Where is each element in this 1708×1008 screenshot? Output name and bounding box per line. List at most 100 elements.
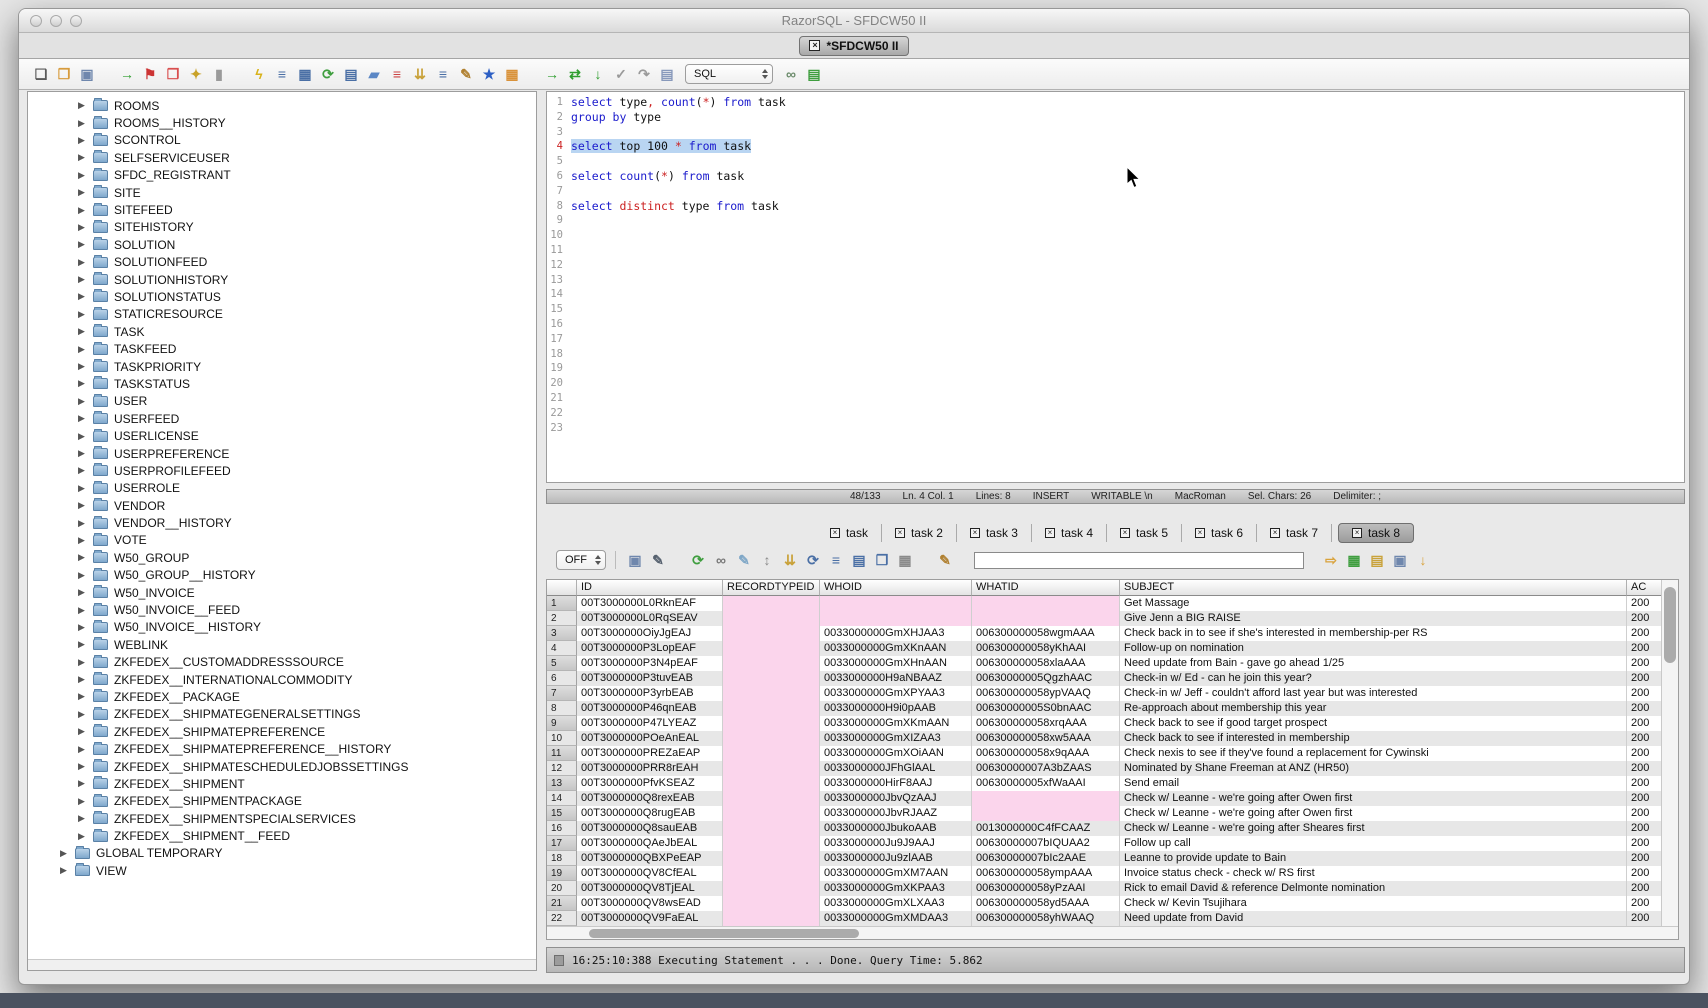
vscroll-thumb[interactable] <box>1664 587 1676 663</box>
generate-table-icon[interactable]: ▦ <box>502 65 522 84</box>
result-tab-task[interactable]: ×task <box>817 524 882 542</box>
cell-whatid[interactable]: 006300000058xlaAAA <box>972 656 1120 671</box>
table-row[interactable]: 300T3000000OiyJgEAJ0033000000GmXHJAA3006… <box>547 626 1661 641</box>
code-line[interactable] <box>571 347 786 362</box>
sidebar-item-scontrol[interactable]: ▶SCONTROL <box>28 132 536 149</box>
cell-whoid[interactable]: 0033000000GmXMDAA3 <box>820 911 972 926</box>
go-arrow-icon[interactable]: ⇨ <box>1321 551 1341 570</box>
cell-ac[interactable]: 200 <box>1627 716 1661 731</box>
disconnect-icon[interactable]: ⚑ <box>140 65 160 84</box>
cell-ac[interactable]: 200 <box>1627 656 1661 671</box>
cell-id[interactable]: 00T3000000QAeJbEAL <box>577 836 723 851</box>
favorites-star-icon[interactable]: ★ <box>479 65 499 84</box>
cell-recordtypeid[interactable] <box>723 671 820 686</box>
sidebar-item-zkfedex-shipmatepreference-history[interactable]: ▶ZKFEDEX__SHIPMATEPREFERENCE__HISTORY <box>28 740 536 757</box>
cell-whatid[interactable]: 006300000058wgmAAA <box>972 626 1120 641</box>
cell-id[interactable]: 00T3000000P47LYEAZ <box>577 716 723 731</box>
result-tab-task-8[interactable]: ×task 8 <box>1338 523 1414 543</box>
expander-icon[interactable]: ▶ <box>60 848 69 859</box>
cell-whatid[interactable] <box>972 596 1120 611</box>
table-row[interactable]: 900T3000000P47LYEAZ0033000000GmXKmAAN006… <box>547 716 1661 731</box>
cell-subject[interactable]: Need update from Bain - gave go ahead 1/… <box>1120 656 1627 671</box>
column-header-subject[interactable]: SUBJECT <box>1120 580 1627 596</box>
table-row[interactable]: 2100T3000000QV8wsEAD0033000000GmXLXAA300… <box>547 896 1661 911</box>
open-file-icon[interactable]: ❒ <box>54 65 74 84</box>
expander-icon[interactable]: ▶ <box>78 570 87 581</box>
sidebar-item-userfeed[interactable]: ▶USERFEED <box>28 410 536 427</box>
describe-table-icon[interactable]: ≡ <box>272 65 292 84</box>
code-line[interactable] <box>571 243 786 258</box>
sidebar-item-w50-invoice[interactable]: ▶W50_INVOICE <box>28 584 536 601</box>
cell-recordtypeid[interactable] <box>723 866 820 881</box>
cell-subject[interactable]: Check back to see if good target prospec… <box>1120 716 1627 731</box>
cell-id[interactable]: 00T3000000QV8TjEAL <box>577 881 723 896</box>
cell-id[interactable]: 00T3000000P46qnEAB <box>577 701 723 716</box>
cell-id[interactable]: 00T3000000QV8wsEAD <box>577 896 723 911</box>
cell-id[interactable]: 00T3000000L0RqSEAV <box>577 611 723 626</box>
code-line[interactable]: select distinct type from task <box>571 199 786 214</box>
expander-icon[interactable]: ▶ <box>78 709 87 720</box>
sql-editor[interactable]: 1234567891011121314151617181920212223 se… <box>546 91 1685 483</box>
cell-id[interactable]: 00T3000000QV9FaEAL <box>577 911 723 926</box>
cell-subject[interactable]: Send email <box>1120 776 1627 791</box>
cell-recordtypeid[interactable] <box>723 761 820 776</box>
cell-whoid[interactable]: 0033000000GmXHJAA3 <box>820 626 972 641</box>
expander-icon[interactable]: ▶ <box>78 500 87 511</box>
zoom-window-icon[interactable] <box>70 15 82 27</box>
refresh-table-icon[interactable]: ⟳ <box>318 65 338 84</box>
code-line[interactable] <box>571 406 786 421</box>
history-notes-icon[interactable]: ▤ <box>657 65 677 84</box>
cell-id[interactable]: 00T3000000P3yrbEAB <box>577 686 723 701</box>
cell-whoid[interactable] <box>820 596 972 611</box>
close-connection-icon[interactable]: ❐ <box>163 65 183 84</box>
result-tab-task-4[interactable]: ×task 4 <box>1032 524 1107 542</box>
cell-id[interactable]: 00T3000000QBXPeEAP <box>577 851 723 866</box>
search-input[interactable] <box>974 552 1304 569</box>
grid-vscrollbar[interactable] <box>1661 580 1678 926</box>
sidebar-item-solutionhistory[interactable]: ▶SOLUTIONHISTORY <box>28 271 536 288</box>
expander-icon[interactable]: ▶ <box>78 605 87 616</box>
sidebar-item-solutionstatus[interactable]: ▶SOLUTIONSTATUS <box>28 288 536 305</box>
column-header-id[interactable]: ID <box>577 580 723 596</box>
export-table-icon[interactable]: ▦ <box>295 65 315 84</box>
cell-ac[interactable]: 200 <box>1627 881 1661 896</box>
sidebar-item-zkfedex-shipmatepreference[interactable]: ▶ZKFEDEX__SHIPMATEPREFERENCE <box>28 723 536 740</box>
cell-whatid[interactable]: 006300000058yd5AAA <box>972 896 1120 911</box>
cell-id[interactable]: 00T3000000P3LopEAF <box>577 641 723 656</box>
sidebar-item-vendor-history[interactable]: ▶VENDOR__HISTORY <box>28 514 536 531</box>
table-row[interactable]: 2200T3000000QV9FaEAL0033000000GmXMDAA300… <box>547 911 1661 926</box>
refresh-results-icon[interactable]: ⟳ <box>688 551 708 570</box>
sidebar-item-vote[interactable]: ▶VOTE <box>28 532 536 549</box>
table-row[interactable]: 1900T3000000QV8CfEAL0033000000GmXM7AAN00… <box>547 866 1661 881</box>
expander-icon[interactable]: ▶ <box>78 239 87 250</box>
cell-ac[interactable]: 200 <box>1627 806 1661 821</box>
export-rows-icon[interactable]: ⇊ <box>410 65 430 84</box>
sidebar-item-user[interactable]: ▶USER <box>28 393 536 410</box>
cell-subject[interactable]: Check w/ Leanne - we're going after Owen… <box>1120 791 1627 806</box>
new-file-icon[interactable]: ❏ <box>31 65 51 84</box>
rollback-icon[interactable]: ↷ <box>634 65 654 84</box>
code-line[interactable] <box>571 317 786 332</box>
cell-recordtypeid[interactable] <box>723 716 820 731</box>
cell-id[interactable]: 00T3000000QV8CfEAL <box>577 866 723 881</box>
commit-check-icon[interactable]: ✓ <box>611 65 631 84</box>
export-grid-icon[interactable]: ▦ <box>1344 551 1364 570</box>
expander-icon[interactable]: ▶ <box>78 344 87 355</box>
code-line[interactable]: select top 100 * from task <box>571 139 786 154</box>
close-result-tab-icon[interactable]: × <box>1195 528 1205 538</box>
cell-subject[interactable]: Invoice status check - check w/ RS first <box>1120 866 1627 881</box>
cell-whoid[interactable]: 0033000000JbvQzAAJ <box>820 791 972 806</box>
cell-recordtypeid[interactable] <box>723 821 820 836</box>
table-row[interactable]: 1800T3000000QBXPeEAP0033000000Ju9zlAAB00… <box>547 851 1661 866</box>
result-tab-task-7[interactable]: ×task 7 <box>1257 524 1332 542</box>
cell-recordtypeid[interactable] <box>723 641 820 656</box>
cell-subject[interactable]: Check-in w/ Jeff - couldn't afford last … <box>1120 686 1627 701</box>
cell-whoid[interactable]: 0033000000JbvRJAAZ <box>820 806 972 821</box>
cell-subject[interactable]: Check back in to see if she's interested… <box>1120 626 1627 641</box>
cell-recordtypeid[interactable] <box>723 806 820 821</box>
cell-whatid[interactable]: 006300000058ypVAAQ <box>972 686 1120 701</box>
expander-icon[interactable]: ▶ <box>78 726 87 737</box>
cell-ac[interactable]: 200 <box>1627 866 1661 881</box>
code-line[interactable] <box>571 154 786 169</box>
sidebar-item-w50-group[interactable]: ▶W50_GROUP <box>28 549 536 566</box>
